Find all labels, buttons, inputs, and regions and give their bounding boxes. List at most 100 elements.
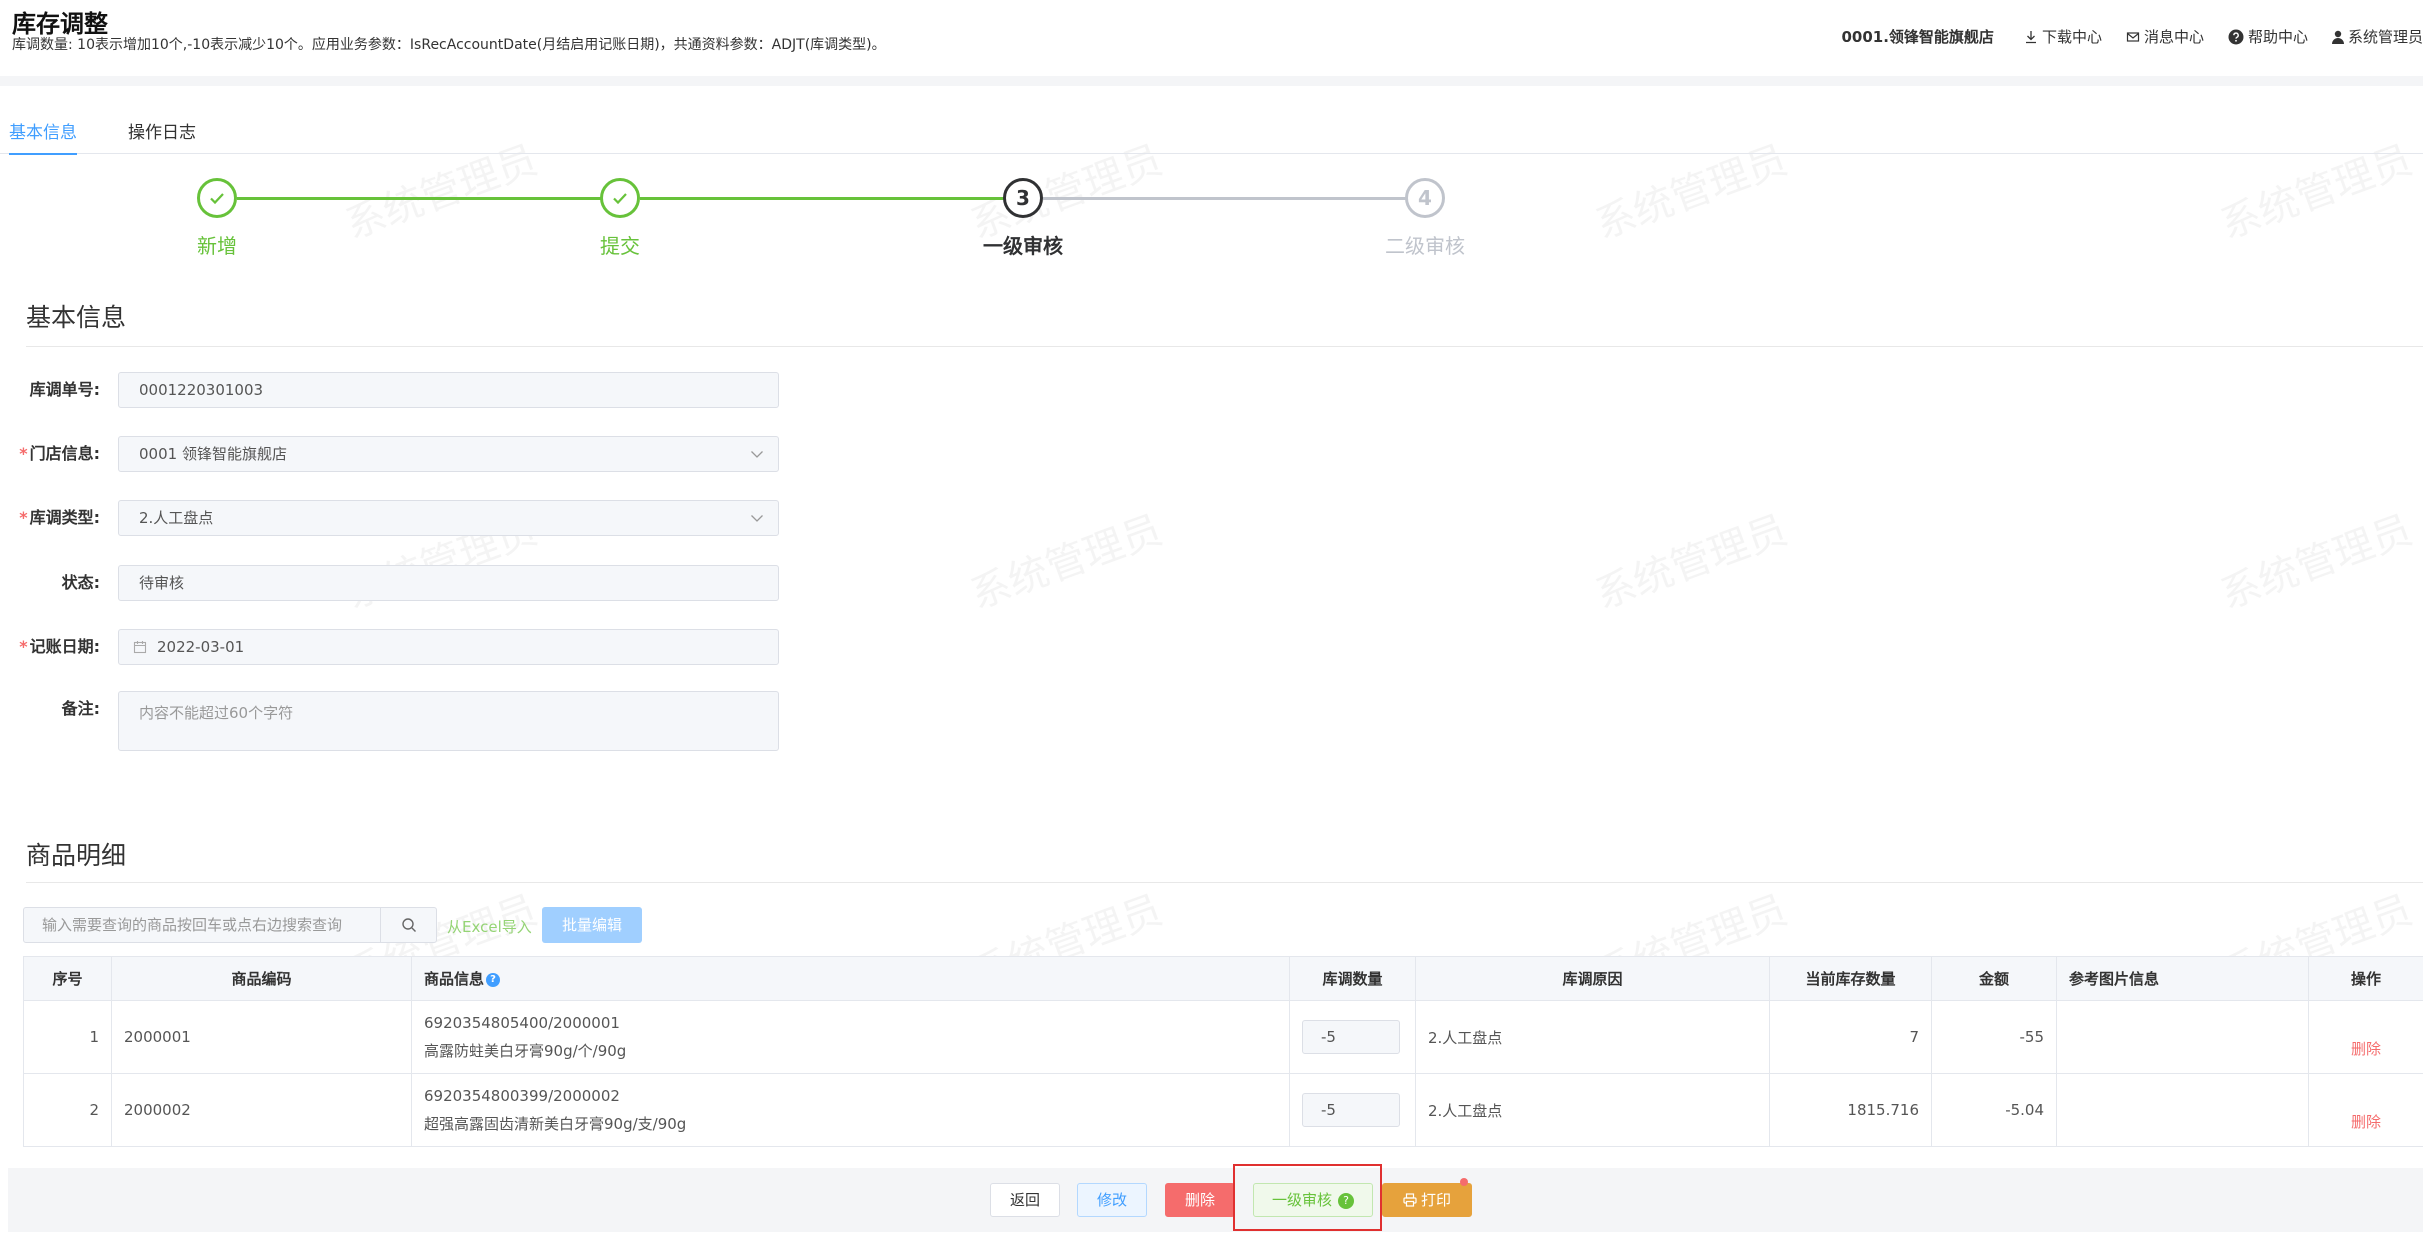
user-name: 系统管理员 — [2347, 28, 2423, 46]
step-1-label: 新增 — [197, 234, 237, 258]
user-menu[interactable]: 系统管理员 — [2331, 26, 2423, 47]
row-amount: -5.04 — [1931, 1073, 2057, 1147]
search-icon — [401, 918, 416, 932]
form-row-store: * 门店信息: 0001 领锋智能旗舰店 — [0, 436, 800, 472]
product-table: 序号 商品编码 商品信息? 库调数量 库调原因 当前库存数量 金额 参考图片信息… — [23, 956, 2423, 1147]
print-button[interactable]: 打印 — [1382, 1183, 1472, 1217]
step-4-number: 4 — [1405, 178, 1445, 218]
column-header: 操作 — [2308, 956, 2423, 1001]
header-toolbar: 0001.领锋智能旗舰店 下载中心 消息中心 帮助中心 系统管理员 — [1841, 26, 2423, 47]
current-store[interactable]: 0001.领锋智能旗舰店 — [1841, 26, 1993, 47]
message-center-label: 消息中心 — [2143, 28, 2204, 46]
product-detail-title: 商品明细 — [26, 841, 127, 870]
download-center-link[interactable]: 下载中心 — [2024, 26, 2102, 47]
message-center-link[interactable]: 消息中心 — [2126, 26, 2204, 47]
step-connector — [237, 197, 603, 200]
row-stock: 1815.716 — [1769, 1073, 1932, 1147]
remark-textarea[interactable]: 内容不能超过60个字符 — [118, 691, 779, 751]
store-select[interactable]: 0001 领锋智能旗舰店 — [118, 436, 779, 472]
chevron-down-icon — [751, 515, 763, 522]
column-header: 序号 — [23, 956, 112, 1001]
row-seq: 2 — [23, 1073, 112, 1147]
acc-date-value: 2022-03-01 — [157, 638, 245, 656]
row-info: 6920354805400/2000001 高露防蛀美白牙膏90g/个/90g — [411, 1000, 1290, 1074]
batch-edit-button[interactable]: 批量编辑 — [542, 907, 642, 943]
qty-input[interactable]: -5 — [1302, 1093, 1400, 1127]
chevron-down-icon — [751, 451, 763, 458]
column-header: 商品信息? — [411, 956, 1290, 1001]
row-code: 2000001 — [111, 1000, 412, 1074]
row-barcode: 6920354800399/2000002 — [424, 1086, 620, 1105]
product-search-input[interactable]: 输入需要查询的商品按回车或点右边搜索查询 — [23, 907, 437, 943]
tab-basic-info[interactable]: 基本信息 — [9, 118, 77, 155]
acc-date-picker[interactable]: 2022-03-01 — [118, 629, 779, 665]
row-reason: 2.人工盘点 — [1415, 1073, 1770, 1147]
row-action-cell: 删除 — [2308, 1073, 2423, 1147]
audit-highlight-frame — [1233, 1164, 1382, 1231]
form-row-status: 状态: 待审核 — [0, 565, 800, 601]
adj-type-value: 2.人工盘点 — [139, 509, 214, 527]
help-center-link[interactable]: 帮助中心 — [2228, 26, 2308, 47]
store-label: * 门店信息: — [19, 444, 100, 463]
step-connector — [1043, 197, 1409, 200]
column-header: 商品编码 — [111, 956, 412, 1001]
row-info: 6920354800399/2000002 超强高露固齿清新美白牙膏90g/支/… — [411, 1073, 1290, 1147]
row-image — [2056, 1000, 2309, 1074]
page-header: 库存调整 库调数量: 10表示增加10个,-10表示减少10个。应用业务参数：I… — [0, 0, 2423, 76]
row-barcode: 6920354805400/2000001 — [424, 1013, 620, 1032]
column-header: 参考图片信息 — [2056, 956, 2309, 1001]
form-row-acc-date: * 记账日期: 2022-03-01 — [0, 629, 800, 665]
delete-button[interactable]: 删除 — [1165, 1183, 1235, 1217]
section-divider — [26, 346, 2423, 347]
edit-button[interactable]: 修改 — [1077, 1183, 1147, 1217]
adj-type-label: * 库调类型: — [19, 508, 100, 527]
row-code: 2000002 — [111, 1073, 412, 1147]
row-product-name: 高露防蛀美白牙膏90g/个/90g — [424, 1041, 627, 1060]
print-button-label: 打印 — [1420, 1191, 1451, 1209]
step-1-check-icon — [197, 178, 237, 218]
table-header-row: 序号 商品编码 商品信息? 库调数量 库调原因 当前库存数量 金额 参考图片信息… — [23, 956, 2423, 1001]
printer-icon — [1403, 1193, 1417, 1207]
store-value: 0001 领锋智能旗舰店 — [139, 445, 287, 463]
row-seq: 1 — [23, 1000, 112, 1074]
table-row: 2 2000002 6920354800399/2000002 超强高露固齿清新… — [23, 1073, 2423, 1147]
form-row-order-no: 库调单号: 0001220301003 — [0, 372, 800, 408]
back-button[interactable]: 返回 — [990, 1183, 1060, 1217]
status-label: 状态: — [61, 573, 100, 592]
delete-row-link[interactable]: 删除 — [2351, 1040, 2381, 1058]
column-header: 库调数量 — [1289, 956, 1416, 1001]
step-3-label: 一级审核 — [983, 234, 1063, 258]
row-reason: 2.人工盘点 — [1415, 1000, 1770, 1074]
tab-operation-log[interactable]: 操作日志 — [128, 118, 196, 153]
qty-input[interactable]: -5 — [1302, 1020, 1400, 1054]
watermark: 系统管理员 — [2211, 498, 2419, 621]
form-row-remark: 备注: 内容不能超过60个字符 — [0, 691, 800, 751]
remark-label: 备注: — [61, 699, 100, 718]
info-question-icon[interactable]: ? — [486, 972, 501, 987]
adj-type-select[interactable]: 2.人工盘点 — [118, 500, 779, 536]
delete-row-link[interactable]: 删除 — [2351, 1113, 2381, 1131]
column-header: 库调原因 — [1415, 956, 1770, 1001]
page-description: 库调数量: 10表示增加10个,-10表示减少10个。应用业务参数：IsRecA… — [12, 37, 886, 53]
order-no-field[interactable]: 0001220301003 — [118, 372, 779, 408]
status-field[interactable]: 待审核 — [118, 565, 779, 601]
excel-import-link[interactable]: 从Excel导入 — [447, 916, 532, 937]
search-button[interactable] — [380, 908, 436, 942]
step-2-check-icon — [600, 178, 640, 218]
watermark: 系统管理员 — [961, 498, 1169, 621]
help-center-label: 帮助中心 — [2247, 28, 2308, 46]
column-header: 当前库存数量 — [1769, 956, 1932, 1001]
row-amount: -55 — [1931, 1000, 2057, 1074]
row-image — [2056, 1073, 2309, 1147]
step-2-label: 提交 — [600, 234, 640, 258]
row-qty-cell: -5 — [1289, 1000, 1416, 1074]
download-center-label: 下载中心 — [2041, 28, 2102, 46]
row-product-name: 超强高露固齿清新美白牙膏90g/支/90g — [424, 1114, 687, 1133]
calendar-icon — [133, 641, 147, 654]
acc-date-label: * 记账日期: — [19, 637, 100, 656]
step-3-number: 3 — [1003, 178, 1043, 218]
user-icon — [2331, 30, 2344, 44]
row-qty-cell: -5 — [1289, 1073, 1416, 1147]
basic-info-title: 基本信息 — [26, 303, 127, 332]
notification-dot — [1460, 1178, 1468, 1186]
